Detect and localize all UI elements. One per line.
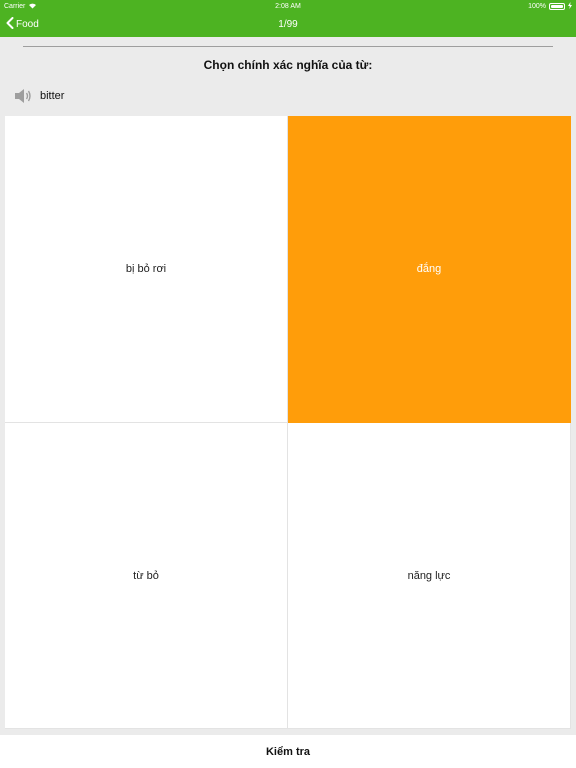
- answer-option-1[interactable]: bị bỏ rơi: [5, 116, 288, 423]
- wifi-icon: [28, 2, 37, 11]
- battery-fill: [551, 4, 563, 8]
- answer-grid: bị bỏ rơi đắng từ bỏ năng lực: [5, 116, 571, 729]
- battery-icon: [549, 2, 565, 10]
- status-left: Carrier: [4, 2, 37, 11]
- navigation-bar: Food 1/99: [0, 12, 576, 37]
- page-title: 1/99: [278, 19, 298, 30]
- answer-option-2[interactable]: đắng: [288, 116, 571, 423]
- speaker-icon[interactable]: [14, 88, 32, 104]
- charging-icon: [568, 1, 572, 11]
- answer-option-3[interactable]: từ bỏ: [5, 423, 288, 729]
- battery-percent: 100%: [528, 2, 546, 10]
- target-word: bitter: [40, 90, 65, 102]
- carrier-label: Carrier: [4, 2, 26, 10]
- word-row: bitter: [14, 86, 64, 106]
- progress-divider: [23, 46, 553, 47]
- answer-option-4[interactable]: năng lực: [288, 423, 571, 729]
- check-button[interactable]: Kiểm tra: [0, 735, 576, 768]
- status-right: 100%: [528, 1, 572, 11]
- status-bar: Carrier 2:08 AM 100%: [0, 0, 576, 12]
- status-time: 2:08 AM: [275, 2, 301, 10]
- question-prompt: Chọn chính xác nghĩa của từ:: [203, 58, 373, 72]
